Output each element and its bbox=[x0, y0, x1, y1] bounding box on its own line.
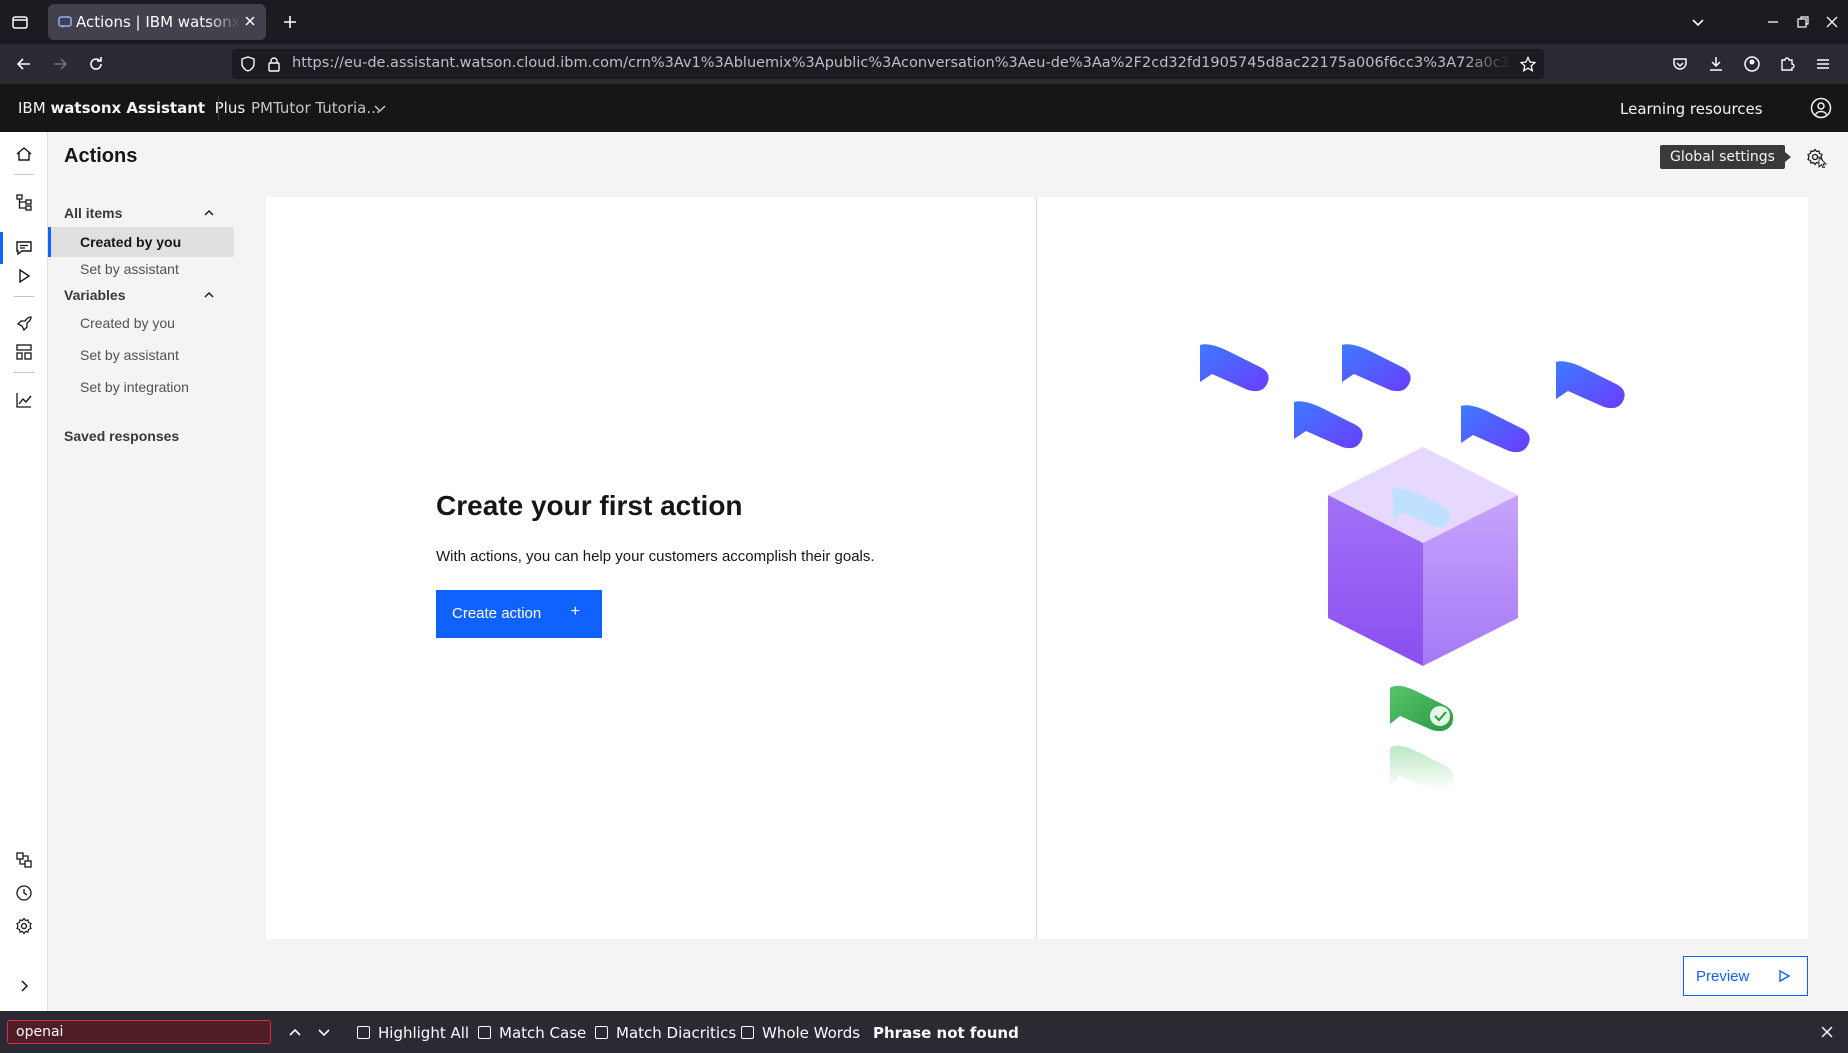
browser-tab-bar: Actions | IBM watsonx Assistant bbox=[0, 0, 1848, 44]
chevron-right-icon[interactable] bbox=[16, 978, 32, 994]
find-in-page-bar: Highlight All Match Case Match Diacritic… bbox=[0, 1011, 1848, 1053]
empty-state-heading: Create your first action bbox=[436, 490, 743, 521]
create-action-button[interactable]: Create action + bbox=[436, 590, 602, 638]
chevron-up-icon[interactable] bbox=[202, 288, 216, 302]
group-all-items[interactable]: All items bbox=[64, 205, 122, 221]
pocket-icon[interactable] bbox=[1670, 54, 1690, 74]
product-brand[interactable]: IBM watsonx Assistant Plus bbox=[18, 99, 245, 117]
flow-icon[interactable] bbox=[14, 192, 34, 212]
nav-item-all-set-by-assistant[interactable]: Set by assistant bbox=[48, 254, 234, 284]
account-icon[interactable] bbox=[1742, 54, 1762, 74]
actions-icon[interactable] bbox=[14, 238, 34, 258]
nav-item-var-created-by-you[interactable]: Created by you bbox=[48, 308, 234, 338]
left-rail-nav bbox=[0, 132, 48, 1011]
environments-icon[interactable] bbox=[14, 342, 34, 362]
find-status: Phrase not found bbox=[873, 1024, 1019, 1042]
analytics-icon[interactable] bbox=[14, 390, 34, 410]
checkbox-icon bbox=[595, 1026, 608, 1039]
checkmark-message-icon bbox=[1390, 685, 1454, 792]
publish-rocket-icon[interactable] bbox=[14, 314, 34, 334]
whole-words-checkbox[interactable]: Whole Words bbox=[741, 1024, 860, 1042]
new-tab-icon[interactable] bbox=[280, 12, 300, 32]
close-icon[interactable] bbox=[1818, 1023, 1836, 1041]
find-next-icon[interactable] bbox=[314, 1022, 334, 1042]
find-input[interactable] bbox=[7, 1020, 271, 1044]
minimize-icon[interactable] bbox=[1763, 12, 1783, 32]
nav-item-var-set-by-assistant[interactable]: Set by assistant bbox=[48, 340, 234, 370]
checkbox-icon bbox=[478, 1026, 491, 1039]
header-divider bbox=[218, 96, 219, 120]
tracking-protection-icon[interactable] bbox=[240, 56, 256, 72]
downloads-icon[interactable] bbox=[1706, 54, 1726, 74]
chevron-down-icon[interactable] bbox=[372, 100, 388, 116]
browser-tab-actions[interactable]: Actions | IBM watsonx Assistant bbox=[48, 4, 266, 40]
highlight-all-checkbox[interactable]: Highlight All bbox=[357, 1024, 469, 1042]
integrations-icon[interactable] bbox=[14, 850, 34, 870]
bookmark-star-icon[interactable] bbox=[1520, 56, 1536, 72]
empty-state-description: With actions, you can help your customer… bbox=[436, 548, 875, 565]
tab-close-icon[interactable] bbox=[242, 13, 258, 29]
gear-icon[interactable] bbox=[1802, 146, 1828, 168]
forward-icon[interactable] bbox=[50, 54, 70, 74]
global-settings-tooltip: Global settings bbox=[1660, 145, 1791, 169]
history-icon[interactable] bbox=[14, 883, 34, 903]
rail-divider bbox=[14, 372, 34, 373]
lock-icon[interactable] bbox=[266, 56, 282, 72]
play-icon bbox=[1779, 969, 1791, 983]
nav-item-saved-responses[interactable]: Saved responses bbox=[64, 428, 179, 444]
app-header: IBM watsonx Assistant Plus PMTutor Tutor… bbox=[0, 84, 1848, 132]
nav-item-all-created-by-you[interactable]: Created by you bbox=[48, 227, 234, 257]
extensions-icon[interactable] bbox=[1777, 54, 1797, 74]
nav-item-var-set-by-integration[interactable]: Set by integration bbox=[48, 372, 234, 402]
browser-nav-bar: https://eu-de.assistant.watson.cloud.ibm… bbox=[0, 44, 1848, 84]
find-previous-icon[interactable] bbox=[285, 1022, 305, 1042]
home-icon[interactable] bbox=[14, 144, 34, 164]
cube-illustration bbox=[1328, 447, 1518, 666]
actions-illustration bbox=[1200, 344, 1625, 792]
group-variables[interactable]: Variables bbox=[64, 287, 126, 303]
settings-icon[interactable] bbox=[14, 916, 34, 936]
chat-bubble-icon bbox=[1200, 344, 1625, 453]
tab-list-icon[interactable] bbox=[10, 12, 30, 32]
list-all-tabs-icon[interactable] bbox=[1688, 12, 1708, 32]
learning-resources-link[interactable]: Learning resources bbox=[1620, 100, 1763, 118]
address-bar[interactable]: https://eu-de.assistant.watson.cloud.ibm… bbox=[232, 49, 1544, 79]
close-window-icon[interactable] bbox=[1822, 12, 1842, 32]
checkbox-icon bbox=[357, 1026, 370, 1039]
match-case-checkbox[interactable]: Match Case bbox=[478, 1024, 586, 1042]
preview-button[interactable]: Preview bbox=[1683, 956, 1808, 996]
chevron-up-icon[interactable] bbox=[202, 206, 216, 220]
rail-divider bbox=[14, 174, 34, 175]
reload-icon[interactable] bbox=[86, 54, 106, 74]
restore-icon[interactable] bbox=[1793, 12, 1813, 32]
plus-icon: + bbox=[570, 603, 580, 620]
checkbox-icon bbox=[741, 1026, 754, 1039]
preview-play-icon[interactable] bbox=[14, 266, 34, 286]
url-text: https://eu-de.assistant.watson.cloud.ibm… bbox=[292, 55, 1512, 71]
rail-active-indicator bbox=[0, 232, 3, 264]
page-title: Actions bbox=[64, 145, 138, 167]
rail-divider bbox=[14, 296, 34, 297]
user-avatar-icon[interactable] bbox=[1810, 97, 1832, 119]
tab-title: Actions | IBM watsonx Assistant bbox=[76, 13, 240, 31]
watsonx-favicon-icon bbox=[58, 16, 72, 28]
app-menu-icon[interactable] bbox=[1813, 54, 1833, 74]
assistant-switcher[interactable]: PMTutor Tutoria... bbox=[251, 99, 381, 117]
match-diacritics-checkbox[interactable]: Match Diacritics bbox=[595, 1024, 736, 1042]
back-icon[interactable] bbox=[14, 54, 34, 74]
